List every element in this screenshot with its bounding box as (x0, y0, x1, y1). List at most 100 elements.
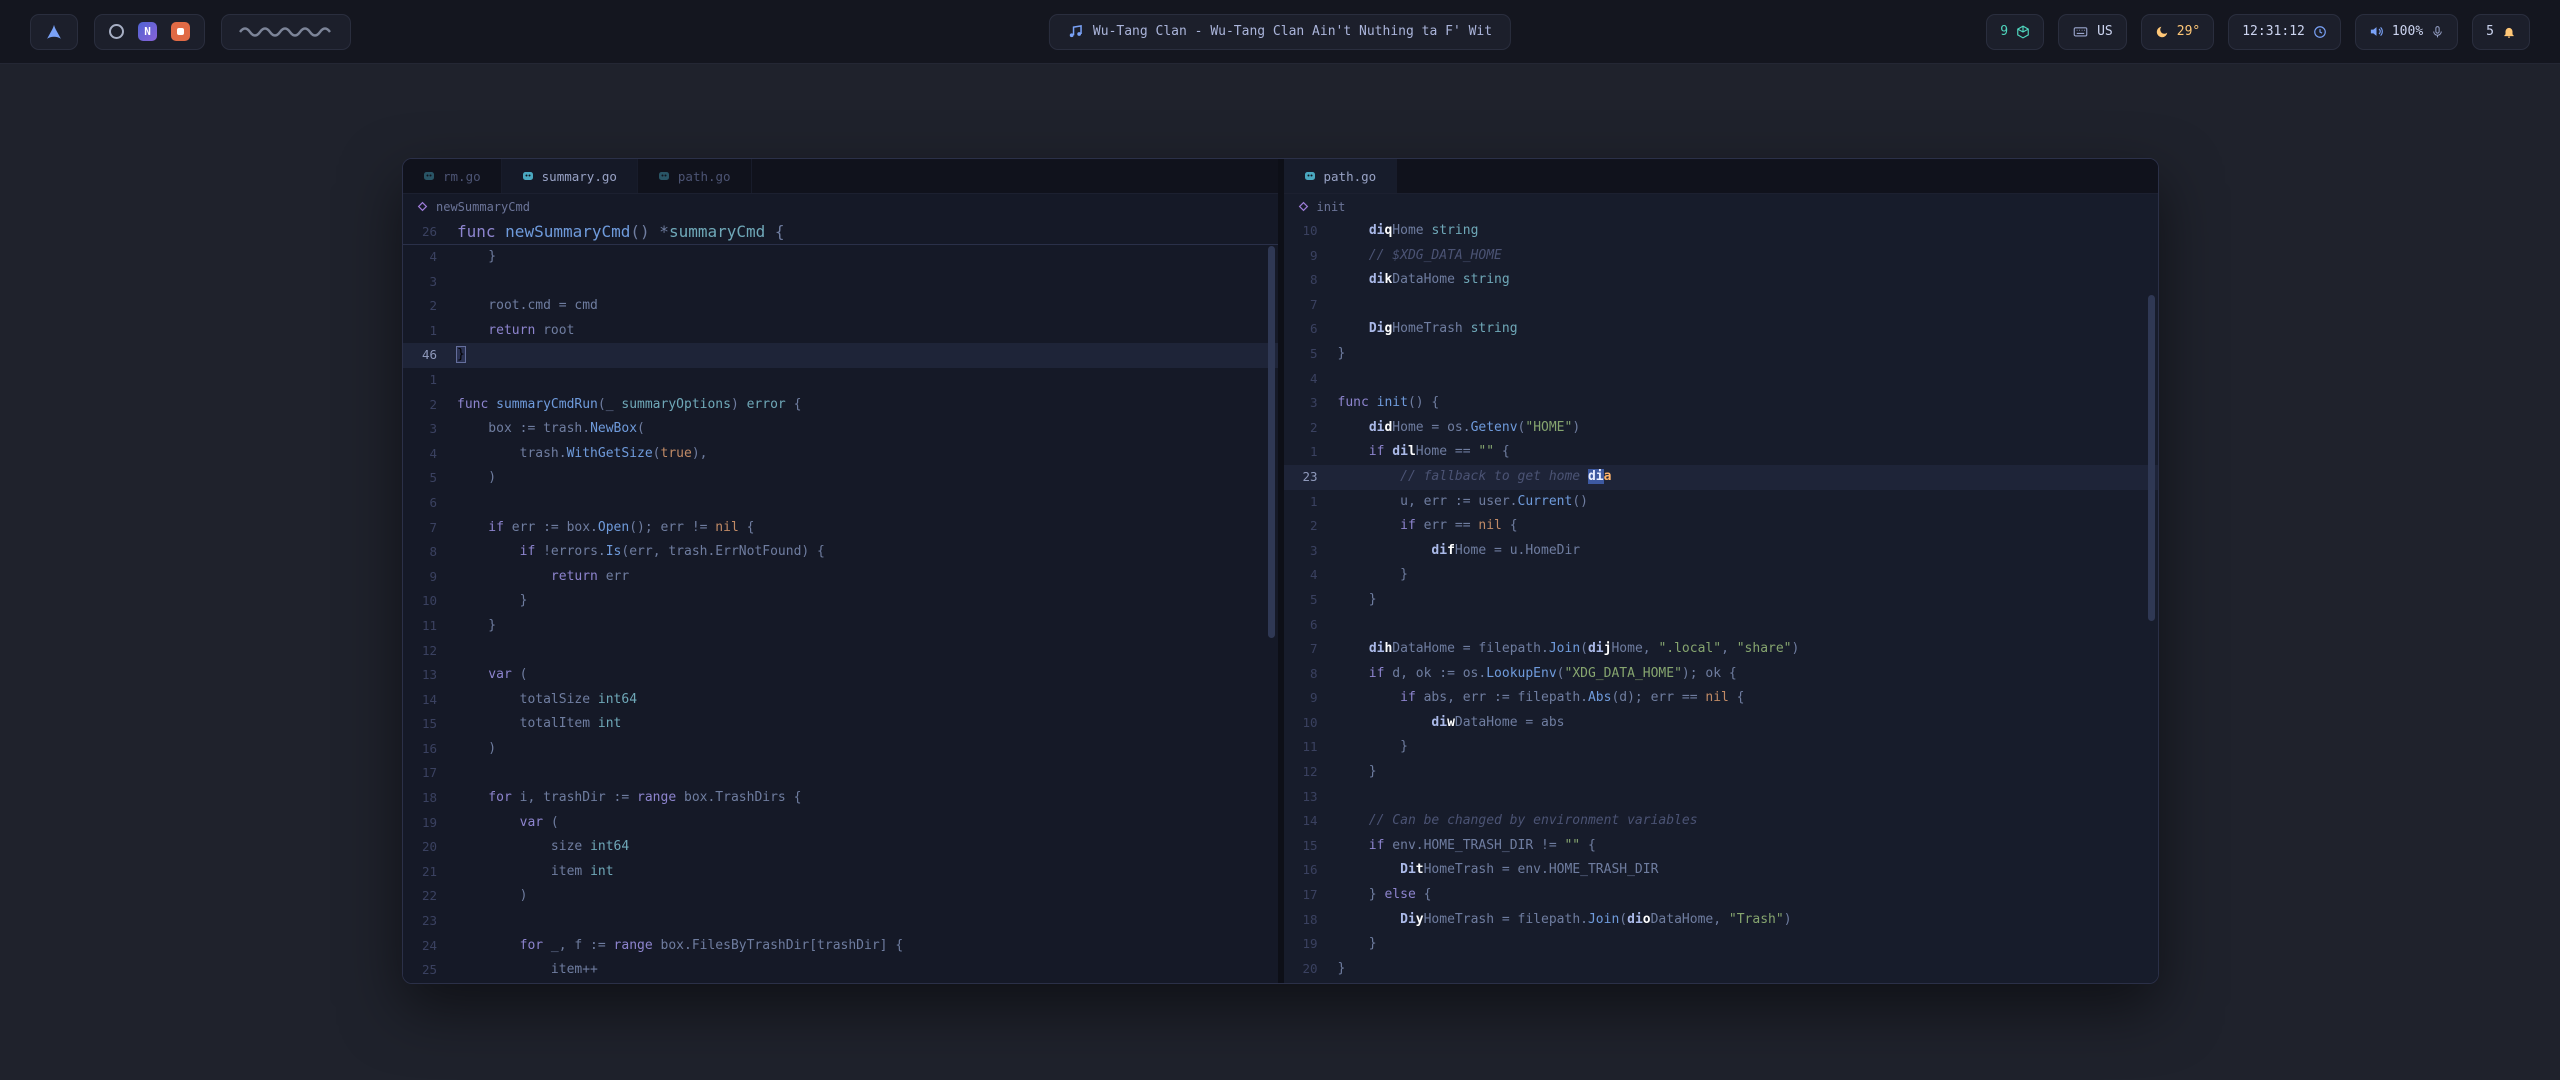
code-line[interactable]: 12 (403, 639, 1278, 664)
notion-app-icon[interactable]: N (138, 22, 157, 41)
code-line[interactable]: 23 (403, 909, 1278, 934)
tray-workspace-pill[interactable]: N (94, 14, 205, 50)
notifications-module[interactable]: 5 (2472, 14, 2530, 50)
scrollbar[interactable] (1268, 246, 1275, 638)
code-segment: "XDG_DATA_HOME" (1565, 666, 1682, 681)
tab-rm.go[interactable]: rm.go (403, 159, 502, 193)
code-line[interactable]: 16 DitHomeTrash = env.HOME_TRASH_DIR (1284, 858, 2159, 883)
code-line[interactable]: 19 var ( (403, 811, 1278, 836)
code-line[interactable]: 11 } (1284, 735, 2159, 760)
code-line[interactable]: 22 ) (403, 884, 1278, 909)
code-line[interactable]: 3 difHome = u.HomeDir (1284, 539, 2159, 564)
breadcrumb[interactable]: init (1284, 194, 2159, 219)
code-segment: u, err := user. (1338, 494, 1518, 509)
code-line[interactable]: 7 (1284, 293, 2159, 318)
app-launcher-button[interactable] (30, 14, 78, 50)
weather-module[interactable]: 29° (2141, 14, 2214, 50)
code-line[interactable]: 15 if env.HOME_TRASH_DIR != "" { (1284, 834, 2159, 859)
volume-module[interactable]: 100% (2355, 14, 2458, 50)
code-line[interactable]: 2func summaryCmdRun(_ summaryOptions) er… (403, 393, 1278, 418)
code-line[interactable]: 20 size int64 (403, 835, 1278, 860)
code-line[interactable]: 1 if dilHome == "" { (1284, 440, 2159, 465)
breadcrumb[interactable]: newSummaryCmd (403, 194, 1278, 219)
line-number: 5 (1284, 588, 1338, 613)
code-segment: DataHome = abs (1455, 715, 1565, 730)
code-line[interactable]: 3 box := trash.NewBox( (403, 417, 1278, 442)
code-line[interactable]: 8 if d, ok := os.LookupEnv("XDG_DATA_HOM… (1284, 662, 2159, 687)
code-line[interactable]: 8 dikDataHome string (1284, 268, 2159, 293)
code-line[interactable]: 46} (403, 343, 1278, 368)
keyboard-layout-module[interactable]: US (2058, 14, 2127, 50)
tab-path.go[interactable]: path.go (638, 159, 752, 193)
code-line[interactable]: 1 u, err := user.Current() (1284, 490, 2159, 515)
scrollbar[interactable] (2148, 295, 2155, 621)
code-line[interactable]: 5} (1284, 342, 2159, 367)
code-line[interactable]: 5 ) (403, 466, 1278, 491)
line-number: 2 (1284, 416, 1338, 441)
clock-module[interactable]: 12:31:12 (2228, 14, 2341, 50)
code-line[interactable]: 1 (403, 368, 1278, 393)
code-area[interactable]: 4 }32 root.cmd = cmd1 return root46}12fu… (403, 245, 1278, 983)
code-line[interactable]: 16 ) (403, 737, 1278, 762)
code-line[interactable]: 17 (403, 761, 1278, 786)
code-line[interactable]: 25 item++ (403, 958, 1278, 983)
code-line[interactable]: 10 } (403, 589, 1278, 614)
media-app-icon[interactable] (171, 22, 190, 41)
code-line[interactable]: 18 for i, trashDir := range box.TrashDir… (403, 786, 1278, 811)
code-line[interactable]: 6 (403, 491, 1278, 516)
code-line[interactable]: 2 didHome = os.Getenv("HOME") (1284, 416, 2159, 441)
code-line[interactable]: 21 item int (403, 860, 1278, 885)
code-line[interactable]: 26func newSummaryCmd() *summaryCmd { (403, 219, 1278, 244)
code-line[interactable]: 14 totalSize int64 (403, 688, 1278, 713)
line-number: 21 (403, 860, 457, 885)
code-line[interactable]: 9 // $XDG_DATA_HOME (1284, 244, 2159, 269)
tab-summary.go[interactable]: summary.go (502, 159, 638, 193)
code-line[interactable]: 2 root.cmd = cmd (403, 294, 1278, 319)
code-line[interactable]: 8 if !errors.Is(err, trash.ErrNotFound) … (403, 540, 1278, 565)
code-line[interactable]: 20} (1284, 957, 2159, 982)
code-line[interactable]: 7 if err := box.Open(); err != nil { (403, 516, 1278, 541)
code-line[interactable]: 4 } (403, 245, 1278, 270)
active-window-title[interactable] (221, 14, 351, 50)
code-line[interactable]: 13 (1284, 785, 2159, 810)
code-line[interactable]: 4 } (1284, 563, 2159, 588)
code-line[interactable]: 9 if abs, err := filepath.Abs(d); err ==… (1284, 686, 2159, 711)
code-line[interactable]: 10 diwDataHome = abs (1284, 711, 2159, 736)
tab-path.go[interactable]: path.go (1284, 159, 1398, 193)
code-line[interactable]: 3func init() { (1284, 391, 2159, 416)
code-line[interactable]: 1 return root (403, 319, 1278, 344)
code-segment: init (1377, 395, 1408, 410)
updates-module[interactable]: 9 (1986, 14, 2044, 50)
code-segment: ( (512, 667, 528, 682)
code-segment: { (1416, 887, 1432, 902)
code-area[interactable]: 10 diqHome string9 // $XDG_DATA_HOME8 di… (1284, 219, 2159, 983)
code-line[interactable]: 9 return err (403, 565, 1278, 590)
code-line[interactable]: 4 (1284, 367, 2159, 392)
code-line[interactable]: 6 (1284, 613, 2159, 638)
code-line[interactable]: 12 } (1284, 760, 2159, 785)
code-line[interactable]: 2 if err == nil { (1284, 514, 2159, 539)
code-line[interactable]: 23 // fallback to get home dia (1284, 465, 2159, 490)
code-line[interactable]: 17 } else { (1284, 883, 2159, 908)
code-line[interactable]: 19 } (1284, 932, 2159, 957)
temperature-value: 29° (2177, 24, 2200, 39)
line-text: func summaryCmdRun(_ summaryOptions) err… (457, 393, 801, 418)
code-line[interactable]: 10 diqHome string (1284, 219, 2159, 244)
code-line[interactable]: 13 var ( (403, 663, 1278, 688)
code-line[interactable]: 11 } (403, 614, 1278, 639)
code-segment: Home = os. (1392, 420, 1470, 435)
code-line[interactable]: 4 trash.WithGetSize(true), (403, 442, 1278, 467)
code-line[interactable]: 5 } (1284, 588, 2159, 613)
code-line[interactable]: 18 DiyHomeTrash = filepath.Join(dioDataH… (1284, 908, 2159, 933)
line-number: 12 (1284, 760, 1338, 785)
browser-app-icon[interactable] (109, 24, 124, 39)
code-line[interactable]: 24 for _, f := range box.FilesByTrashDir… (403, 934, 1278, 959)
code-line[interactable]: 6 DigHomeTrash string (1284, 317, 2159, 342)
code-line[interactable]: 15 totalItem int (403, 712, 1278, 737)
line-number: 7 (1284, 293, 1338, 318)
code-line[interactable]: 3 (403, 270, 1278, 295)
line-number: 6 (1284, 317, 1338, 342)
media-player-module[interactable]: Wu-Tang Clan - Wu-Tang Clan Ain't Nuthin… (1049, 14, 1511, 50)
code-line[interactable]: 14 // Can be changed by environment vari… (1284, 809, 2159, 834)
code-line[interactable]: 7 dihDataHome = filepath.Join(dijHome, "… (1284, 637, 2159, 662)
